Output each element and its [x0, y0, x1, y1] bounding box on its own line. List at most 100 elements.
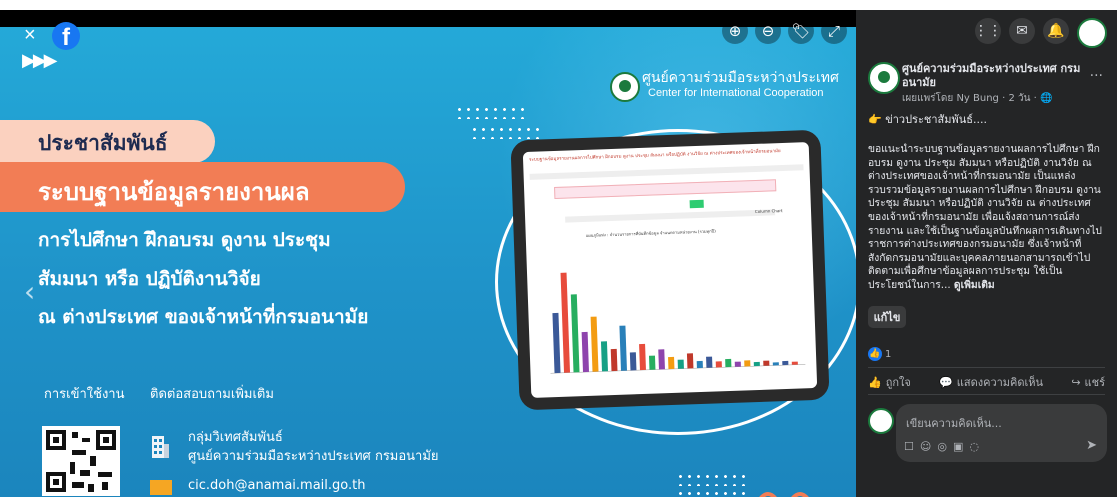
facebook-logo-icon[interactable]: f — [52, 22, 80, 50]
photo-viewer: ศูนย์ความร่วมมือระหว่างประเทศ Center for… — [0, 10, 856, 497]
camera-icon[interactable]: ◎ — [937, 440, 947, 453]
comment-tools: ☐ ☺ ◎ ▣ ◌ — [904, 440, 979, 453]
screen-bar — [734, 361, 741, 367]
laptop-bezel: ระบบฐานข้อมูลรายงานผลการไปศึกษา ฝึกอบรม … — [510, 129, 830, 411]
comment-label: แสดงความคิดเห็น — [956, 376, 1044, 389]
emoji-icon[interactable]: ☺ — [920, 440, 931, 453]
chevron-left-icon[interactable]: ‹ — [24, 275, 35, 308]
screen-bar — [619, 325, 627, 371]
screen-bar — [581, 331, 590, 373]
pr-label: ประชาสัมพันธ์ — [38, 131, 168, 155]
decor-dots — [455, 105, 525, 119]
thumbs-up-icon: 👍 — [868, 375, 882, 389]
top-strip — [0, 0, 1117, 10]
screen-bar — [753, 361, 760, 367]
like-count: 1 — [885, 348, 892, 360]
like-reaction-icon: 👍 — [868, 347, 882, 361]
edit-button[interactable]: แก้ไข — [868, 306, 906, 328]
poster-image: ศูนย์ความร่วมมือระหว่างประเทศ Center for… — [0, 27, 856, 497]
share-icon: ↪ — [1071, 375, 1081, 389]
screen-bar — [629, 352, 637, 371]
comment-icon: 💬 — [939, 375, 953, 389]
screen-chart-type: Column Chart — [754, 208, 783, 214]
building-icon — [152, 436, 169, 458]
messenger-icon[interactable]: ✉ — [1009, 18, 1035, 44]
poster-line-3: ณ ต่างประเทศ ของเจ้าหน้าที่กรมอนามัย — [38, 306, 369, 328]
screen-bar — [725, 358, 732, 368]
mail-icon — [150, 480, 172, 495]
department-name-th: ศูนย์ความร่วมมือระหว่างประเทศ — [642, 70, 839, 86]
laptop-illustration: ระบบฐานข้อมูลรายงานผลการไปศึกษา ฝึกอบรม … — [495, 129, 856, 435]
see-more-link[interactable]: ดูเพิ่มเติม — [954, 279, 995, 291]
post-teaser: 👉 ข่าวประชาสัมพันธ์.... — [868, 113, 987, 126]
top-icons: ⋮⋮ ✉ 🔔 — [974, 18, 1107, 48]
screen-bar — [600, 341, 608, 372]
qr-code — [42, 426, 120, 496]
screen-bar — [763, 360, 770, 366]
poster-line-2: สัมมนา หรือ ปฏิบัติงานวิจัย — [38, 268, 261, 290]
like-button[interactable]: 👍 ถูกใจ — [868, 373, 911, 391]
department-name-en: Center for International Cooperation — [648, 87, 824, 99]
page-name[interactable]: ศูนย์ความร่วมมือระหว่างประเทศ กรมอนามัย — [902, 62, 1087, 90]
decor-dots — [676, 472, 746, 486]
screen-filters — [565, 209, 776, 223]
contact-group: กลุ่มวิเทศสัมพันธ์ — [188, 430, 283, 445]
screen-bar — [772, 362, 779, 366]
comment-input[interactable]: เขียนความคิดเห็น... ☐ ☺ ◎ ▣ ◌ ➤ — [896, 404, 1107, 462]
screen-bar — [552, 312, 561, 374]
send-icon[interactable]: ➤ — [1086, 438, 1097, 453]
screen-bar — [686, 353, 694, 369]
screen-bar — [658, 349, 665, 370]
comment-placeholder: เขียนความคิดเห็น... — [906, 417, 1002, 430]
next-arrows-icon: ▶▶▶ — [22, 50, 57, 71]
screen-menu — [529, 164, 804, 180]
post-actions: 👍 ถูกใจ 💬 แสดงความคิดเห็น ↪ แชร์ — [868, 373, 1105, 391]
zoom-in-icon[interactable]: ⊕ — [722, 18, 748, 44]
screen-bar — [677, 359, 684, 369]
screen-bar — [648, 355, 656, 370]
gif-icon[interactable]: ▣ — [953, 440, 963, 453]
share-label: แชร์ — [1084, 376, 1105, 389]
like-label: ถูกใจ — [885, 376, 911, 389]
decor-dots — [676, 489, 746, 497]
post-sidebar: ⋮⋮ ✉ 🔔 ศูนย์ความร่วมมือระหว่างประเทศ กรม… — [856, 10, 1117, 497]
usage-label: การเข้าใช้งาน — [44, 387, 125, 402]
post-meta: เผยแพร่โดย Ny Bung · 2 วัน · 🌐 — [902, 91, 1052, 106]
decor-squiggle — [759, 492, 809, 497]
screen-bar — [791, 361, 798, 365]
account-avatar[interactable] — [1077, 18, 1107, 48]
screen-title: ระบบฐานข้อมูลรายงานผลการไปศึกษา ฝึกอบรม … — [529, 149, 781, 163]
screen-bar — [560, 272, 571, 373]
comment-button[interactable]: 💬 แสดงความคิดเห็น — [939, 373, 1043, 391]
menu-grid-icon[interactable]: ⋮⋮ — [974, 18, 1002, 44]
screen-bar — [590, 316, 599, 372]
tag-icon[interactable]: 🏷 — [788, 18, 814, 44]
screen-bar — [744, 360, 751, 367]
fullscreen-icon[interactable]: ⤢ — [821, 18, 847, 44]
page-avatar[interactable] — [868, 62, 900, 94]
share-button[interactable]: ↪ แชร์ — [1071, 373, 1105, 391]
post-body-text: ขอแนะนำระบบฐานข้อมูลรายงานผลการไปศึกษา ฝ… — [868, 143, 1102, 291]
notifications-icon[interactable]: 🔔 — [1043, 18, 1069, 44]
screen-bar — [668, 356, 675, 370]
more-options-icon[interactable]: ··· — [1090, 68, 1103, 84]
screen-bar — [570, 294, 580, 373]
screen-banner — [554, 179, 777, 199]
screen-bar-chart — [550, 272, 806, 374]
poster-line-1: การไปศึกษา ฝึกอบรม ดูงาน ประชุม — [38, 229, 331, 251]
contact-label: ติดต่อสอบถามเพิ่มเติม — [150, 387, 274, 402]
avatar-sticker-icon[interactable]: ◌ — [969, 440, 979, 453]
department-logo — [610, 72, 640, 102]
headline: ระบบฐานข้อมูลรายงานผล — [38, 178, 310, 206]
zoom-out-icon[interactable]: ⊖ — [755, 18, 781, 44]
sticker-icon[interactable]: ☐ — [904, 440, 914, 453]
screen-bar — [610, 348, 618, 372]
reactions-summary[interactable]: 👍 1 — [868, 347, 891, 361]
post-body: ขอแนะนำระบบฐานข้อมูลรายงานผลการไปศึกษา ฝ… — [868, 143, 1104, 293]
divider — [868, 394, 1105, 395]
commenter-avatar — [868, 408, 894, 434]
close-icon[interactable]: × — [24, 24, 36, 47]
laptop-screen: ระบบฐานข้อมูลรายงานผลการไปศึกษา ฝึกอบรม … — [522, 142, 818, 398]
screen-bar — [696, 360, 703, 369]
screen-button — [689, 199, 704, 209]
